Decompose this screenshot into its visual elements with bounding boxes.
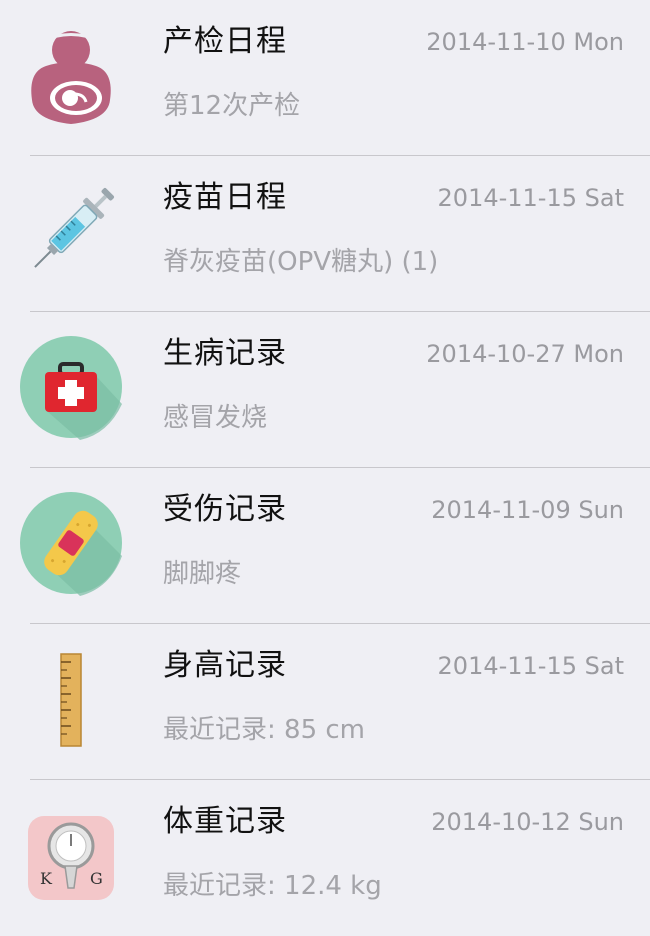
record-title: 身高记录: [163, 648, 287, 683]
record-subtitle: 感冒发烧: [163, 403, 268, 433]
first-aid-kit-icon: [18, 334, 124, 440]
list-item-injury-record[interactable]: 受伤记录 2014-11-09 Sun 脚脚疼: [0, 468, 650, 624]
syringe-icon: [18, 178, 124, 284]
record-date: 2014-11-09 Sun: [431, 496, 624, 524]
record-date: 2014-10-27 Mon: [426, 340, 624, 368]
weight-scale-icon: K G: [18, 802, 124, 908]
scale-letter-k: K: [40, 869, 53, 888]
record-subtitle: 脚脚疼: [163, 559, 242, 589]
list-item-prenatal-schedule[interactable]: 产检日程 2014-11-10 Mon 第12次产检: [0, 0, 650, 156]
record-date: 2014-11-15 Sat: [437, 184, 624, 212]
record-date: 2014-11-15 Sat: [437, 652, 624, 680]
scale-letter-g: G: [90, 869, 103, 888]
record-date: 2014-10-12 Sun: [431, 808, 624, 836]
pregnancy-icon: [18, 22, 124, 128]
record-title: 受伤记录: [163, 492, 287, 527]
list-item-vaccine-schedule[interactable]: 疫苗日程 2014-11-15 Sat 脊灰疫苗(OPV糖丸) (1): [0, 156, 650, 312]
record-subtitle: 脊灰疫苗(OPV糖丸) (1): [163, 247, 439, 277]
record-date: 2014-11-10 Mon: [426, 28, 624, 56]
record-list: 产检日程 2014-11-10 Mon 第12次产检 疫苗日程 2014-11-…: [0, 0, 650, 920]
record-title: 生病记录: [163, 336, 287, 371]
record-title: 疫苗日程: [163, 180, 287, 215]
record-subtitle: 最近记录: 12.4 kg: [163, 871, 382, 901]
record-subtitle: 第12次产检: [163, 91, 301, 121]
list-item-height-record[interactable]: 身高记录 2014-11-15 Sat 最近记录: 85 cm: [0, 624, 650, 780]
list-item-illness-record[interactable]: 生病记录 2014-10-27 Mon 感冒发烧: [0, 312, 650, 468]
record-title: 体重记录: [163, 804, 287, 839]
record-subtitle: 最近记录: 85 cm: [163, 715, 365, 745]
record-title: 产检日程: [163, 24, 287, 59]
list-item-weight-record[interactable]: K G 体重记录 2014-10-12 Sun 最近记录: 12.4 kg: [0, 780, 650, 936]
bandage-icon: [18, 490, 124, 596]
ruler-icon: [18, 646, 124, 752]
